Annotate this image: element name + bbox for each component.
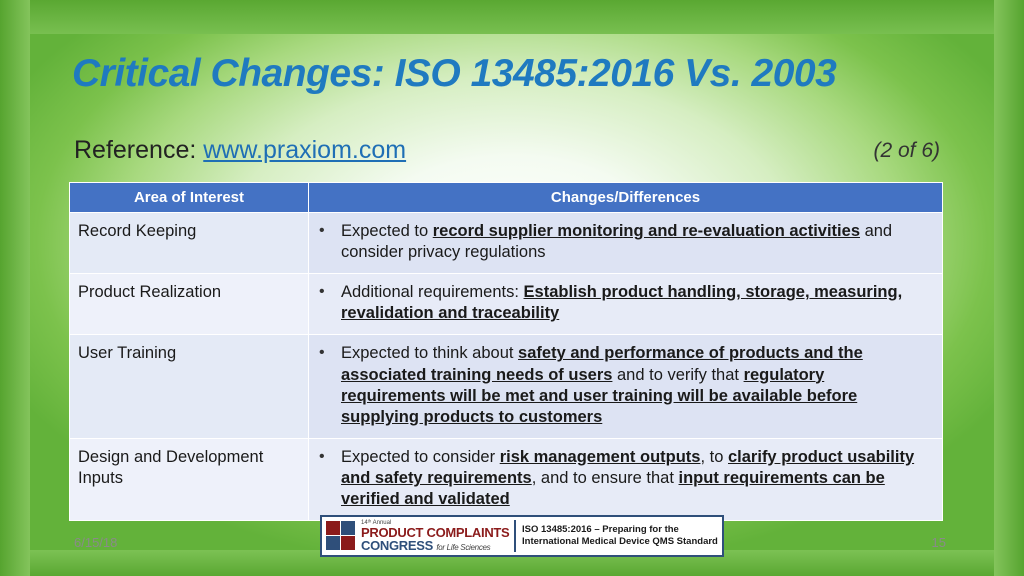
row-changes-text: Expected to record supplier monitoring a… <box>341 222 893 262</box>
checkerboard-logo-icon <box>326 521 356 551</box>
logo-line2-main: CONGRESS <box>361 538 434 553</box>
reference-line: Reference: www.praxiom.com <box>74 136 406 165</box>
row-changes-cell: • Expected to think about safety and per… <box>308 334 943 439</box>
table-header-area: Area of Interest <box>69 182 309 213</box>
table-header-row: Area of Interest Changes/Differences <box>69 182 943 213</box>
reference-label: Reference: <box>74 136 197 164</box>
row-changes-text: Expected to think about safety and perfo… <box>341 344 863 426</box>
page-of-indicator: (2 of 6) <box>873 139 940 162</box>
slide-title: Critical Changes: ISO 13485:2016 Vs. 200… <box>72 52 837 95</box>
table-body: Record Keeping • Expected to record supp… <box>69 211 943 522</box>
footer-date: 6/15/18 <box>74 535 118 550</box>
slide-border-right <box>994 0 1024 576</box>
slide-border-left <box>0 0 30 576</box>
changes-table: Area of Interest Changes/Differences Rec… <box>69 182 943 522</box>
row-area-label: Product Realization <box>69 273 309 336</box>
table-row: Product Realization • Additional require… <box>69 273 943 336</box>
reference-link[interactable]: www.praxiom.com <box>203 136 406 164</box>
table-row: Record Keeping • Expected to record supp… <box>69 211 943 275</box>
row-changes-cell: • Expected to record supplier monitoring… <box>308 211 943 275</box>
logo-line2-small: for Life Sciences <box>436 543 491 552</box>
slide-border-top <box>0 0 1024 34</box>
bullet-icon: • <box>319 222 325 239</box>
table-row: Design and Development Inputs • Expected… <box>69 437 943 522</box>
row-area-label: Record Keeping <box>69 211 309 275</box>
logo-line2: CONGRESS for Life Sciences <box>361 539 509 552</box>
logo-caption-line1: ISO 13485:2016 – Preparing for the <box>522 523 679 535</box>
footer-slide-number: 15 <box>931 535 946 550</box>
slide: Critical Changes: ISO 13485:2016 Vs. 200… <box>0 0 1024 576</box>
conference-logo: 14ᵗʰ Annual PRODUCT COMPLAINTS CONGRESS … <box>322 517 514 555</box>
table-row: User Training • Expected to think about … <box>69 334 943 439</box>
conference-logo-banner: 14ᵗʰ Annual PRODUCT COMPLAINTS CONGRESS … <box>320 515 724 557</box>
row-area-label: Design and Development Inputs <box>69 437 309 522</box>
bullet-icon: • <box>319 447 325 465</box>
row-changes-text: Expected to consider risk management out… <box>341 447 915 509</box>
bullet-icon: • <box>319 344 325 362</box>
bullet-icon: • <box>319 283 325 301</box>
table-header-changes: Changes/Differences <box>308 182 943 213</box>
row-changes-text: Additional requirements: Establish produ… <box>341 283 903 323</box>
row-changes-cell: • Additional requirements: Establish pro… <box>308 273 943 336</box>
logo-caption: ISO 13485:2016 – Preparing for the Inter… <box>516 517 722 555</box>
row-changes-cell: • Expected to consider risk management o… <box>308 437 943 522</box>
row-area-label: User Training <box>69 334 309 439</box>
logo-caption-line2: International Medical Device QMS Standar… <box>522 536 718 547</box>
